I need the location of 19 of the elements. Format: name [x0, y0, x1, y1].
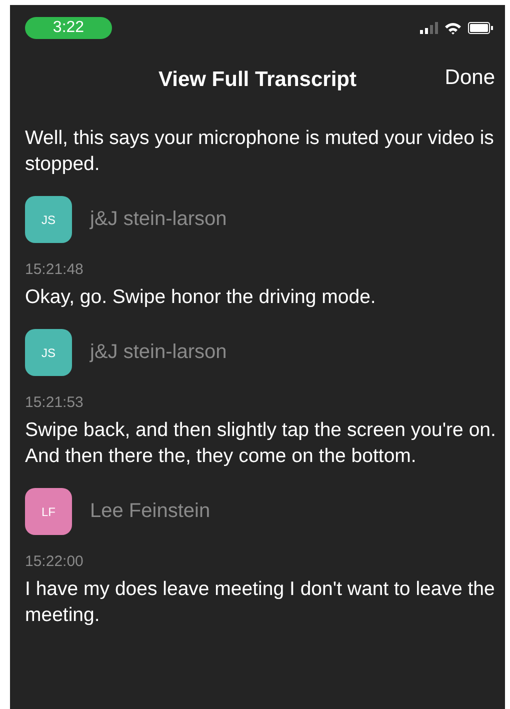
speaker-name: j&J stein-larson: [90, 208, 227, 231]
speaker-name: Lee Feinstein: [90, 500, 210, 523]
timestamp: 15:22:00: [25, 553, 84, 570]
transcript-text: Swipe back, and then slightly tap the screen you're on. And then there the, they come on the bottom.: [25, 418, 497, 469]
signal-icon: [420, 22, 438, 34]
avatar: JS: [25, 329, 72, 376]
screen-title: View Full Transcript: [158, 68, 356, 92]
done-button[interactable]: Done: [444, 66, 495, 90]
status-time: 3:22: [25, 17, 112, 39]
transcript-text: Okay, go. Swipe honor the driving mode.: [25, 285, 377, 310]
transcript-text: I have my does leave meeting I don't want to leave the meeting.: [25, 577, 496, 628]
wifi-icon: [444, 22, 462, 34]
battery-icon: [468, 22, 493, 34]
avatar: LF: [25, 488, 72, 535]
timestamp: 15:21:53: [25, 394, 84, 411]
avatar: JS: [25, 196, 72, 243]
timestamp: 15:21:48: [25, 261, 84, 278]
transcript-text: Well, this says your microphone is muted your video is stopped.: [25, 126, 495, 177]
speaker-name: j&J stein-larson: [90, 341, 227, 364]
